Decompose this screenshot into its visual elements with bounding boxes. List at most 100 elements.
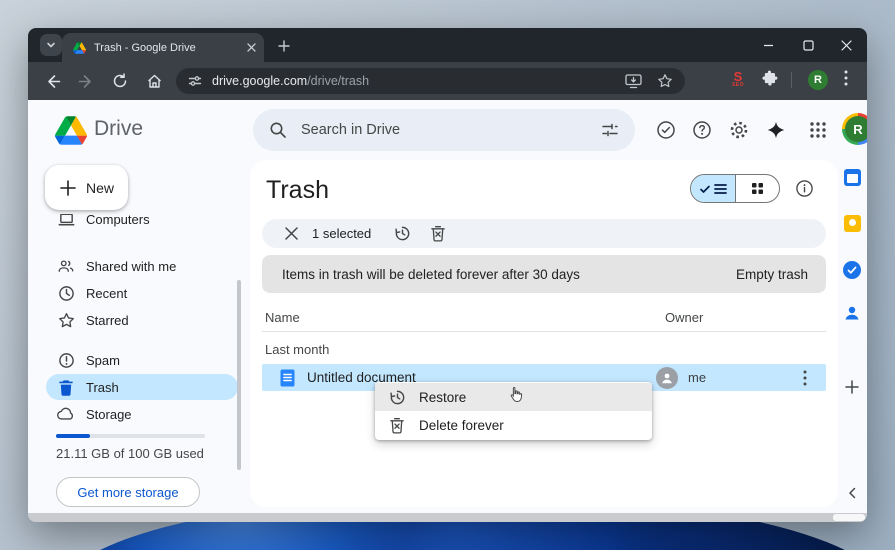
- sidebar-item-spam[interactable]: Spam: [46, 347, 238, 373]
- owner-avatar: [656, 366, 678, 389]
- clock-icon: [57, 284, 75, 302]
- drive-app: Drive R: [28, 100, 867, 513]
- tasks-icon[interactable]: [841, 259, 863, 281]
- side-panel-toggle-icon[interactable]: [841, 482, 863, 504]
- selection-count: 1 selected: [312, 226, 372, 241]
- reload-icon[interactable]: [110, 71, 130, 91]
- selection-toolbar: 1 selected: [262, 219, 826, 248]
- browser-profile-avatar[interactable]: R: [808, 70, 828, 90]
- url-path: /drive/trash: [307, 74, 370, 88]
- restore-icon[interactable]: [393, 225, 411, 243]
- home-icon[interactable]: [144, 71, 164, 91]
- sidebar-scrollbar[interactable]: [237, 280, 241, 470]
- help-icon[interactable]: [691, 119, 713, 141]
- tab-strip: Trash - Google Drive: [28, 28, 867, 62]
- column-header-owner[interactable]: Owner: [665, 310, 703, 325]
- page-title: Trash: [266, 176, 329, 204]
- grid-view-button[interactable]: [736, 175, 780, 202]
- get-addons-icon[interactable]: [841, 376, 863, 398]
- settings-gear-icon[interactable]: [728, 119, 750, 141]
- seo-extension-icon[interactable]: S SEO: [728, 68, 748, 90]
- tab-search-button[interactable]: [40, 34, 62, 56]
- trash-panel: Trash 1 selected Items in trash will be …: [250, 160, 838, 507]
- search-options-icon[interactable]: [601, 121, 619, 139]
- owner-cell: me: [656, 366, 707, 389]
- sidebar-scroll-area: Computers Shared with me Recent Starred …: [28, 214, 250, 429]
- view-toggle: [690, 174, 780, 203]
- sidebar-item-trash[interactable]: Trash: [46, 374, 238, 400]
- details-info-icon[interactable]: [794, 178, 814, 198]
- storage-progress-bar: [56, 434, 205, 438]
- empty-trash-button[interactable]: Empty trash: [736, 267, 808, 282]
- browser-menu-icon[interactable]: [839, 68, 853, 88]
- google-docs-icon: [280, 369, 295, 387]
- new-tab-button[interactable]: [274, 36, 293, 55]
- sidebar-item-shared-with-me[interactable]: Shared with me: [46, 253, 238, 279]
- row-more-actions-icon[interactable]: [798, 368, 812, 388]
- restore-icon: [388, 388, 406, 406]
- sidebar-item-storage[interactable]: Storage: [46, 401, 238, 427]
- browser-tab-trash[interactable]: Trash - Google Drive: [62, 33, 264, 62]
- extensions-puzzle-icon[interactable]: [759, 68, 779, 88]
- window-close-button[interactable]: [834, 33, 858, 57]
- cloud-icon: [57, 405, 75, 423]
- forward-icon[interactable]: [76, 71, 96, 91]
- check-icon: [699, 183, 711, 195]
- sidebar-item-starred[interactable]: Starred: [46, 307, 238, 333]
- address-bar[interactable]: drive.google.com/drive/trash: [176, 68, 685, 94]
- people-icon: [57, 257, 75, 275]
- spam-alert-icon: [57, 351, 75, 369]
- chevron-down-icon: [46, 40, 56, 50]
- contacts-icon[interactable]: [841, 302, 863, 324]
- drive-profile-avatar[interactable]: R: [842, 113, 867, 145]
- drive-search-bar[interactable]: [253, 109, 635, 151]
- window-maximize-button[interactable]: [796, 33, 820, 57]
- bookmark-star-icon[interactable]: [657, 73, 673, 89]
- keep-icon[interactable]: [841, 212, 863, 234]
- back-icon[interactable]: [42, 71, 62, 91]
- calendar-icon[interactable]: [841, 166, 863, 188]
- delete-forever-icon[interactable]: [429, 225, 447, 243]
- get-more-storage-button[interactable]: Get more storage: [56, 477, 200, 507]
- menu-item-delete-forever[interactable]: Delete forever: [375, 411, 652, 439]
- toolbar-divider: [791, 72, 792, 88]
- url-host: drive.google.com: [212, 74, 308, 88]
- trash-banner: Items in trash will be deleted forever a…: [262, 255, 826, 293]
- new-button[interactable]: New: [45, 165, 128, 210]
- drive-app-name: Drive: [94, 117, 144, 140]
- apps-grid-icon[interactable]: [807, 119, 829, 141]
- mouse-cursor-hand: [508, 386, 523, 404]
- offline-status-icon[interactable]: [655, 119, 677, 141]
- storage-progress-fill: [56, 434, 91, 438]
- clear-selection-icon[interactable]: [282, 225, 300, 243]
- search-icon: [269, 121, 287, 139]
- url-text: drive.google.com/drive/trash: [212, 74, 369, 88]
- grid-view-icon: [751, 182, 764, 195]
- search-input[interactable]: [301, 122, 601, 138]
- gemini-sparkle-icon[interactable]: [765, 119, 787, 141]
- site-settings-icon[interactable]: [188, 74, 202, 88]
- laptop-icon: [57, 214, 75, 228]
- tab-title: Trash - Google Drive: [94, 41, 196, 54]
- list-view-icon: [713, 183, 727, 195]
- horizontal-scrollbar[interactable]: [28, 513, 867, 522]
- trash-icon: [57, 378, 75, 396]
- plus-icon: [59, 179, 77, 197]
- sidebar-item-recent[interactable]: Recent: [46, 280, 238, 306]
- drive-favicon: [73, 41, 86, 54]
- browser-window: Trash - Google Drive drive.google.com/dr…: [28, 28, 867, 522]
- drive-sidebar: New Computers Shared with me Recent Star…: [28, 160, 250, 513]
- send-to-device-icon[interactable]: [625, 73, 642, 89]
- column-header-name[interactable]: Name: [265, 310, 300, 325]
- horizontal-scrollbar-thumb[interactable]: [833, 514, 865, 521]
- drive-logo: [55, 116, 87, 145]
- group-label: Last month: [265, 342, 330, 357]
- delete-forever-icon: [388, 416, 406, 434]
- window-minimize-button[interactable]: [756, 33, 780, 57]
- list-view-button[interactable]: [691, 175, 735, 202]
- owner-name: me: [688, 370, 707, 385]
- sidebar-item-computers[interactable]: Computers: [46, 214, 238, 232]
- banner-text: Items in trash will be deleted forever a…: [282, 266, 580, 282]
- star-icon: [57, 311, 75, 329]
- tab-close-icon[interactable]: [247, 43, 256, 52]
